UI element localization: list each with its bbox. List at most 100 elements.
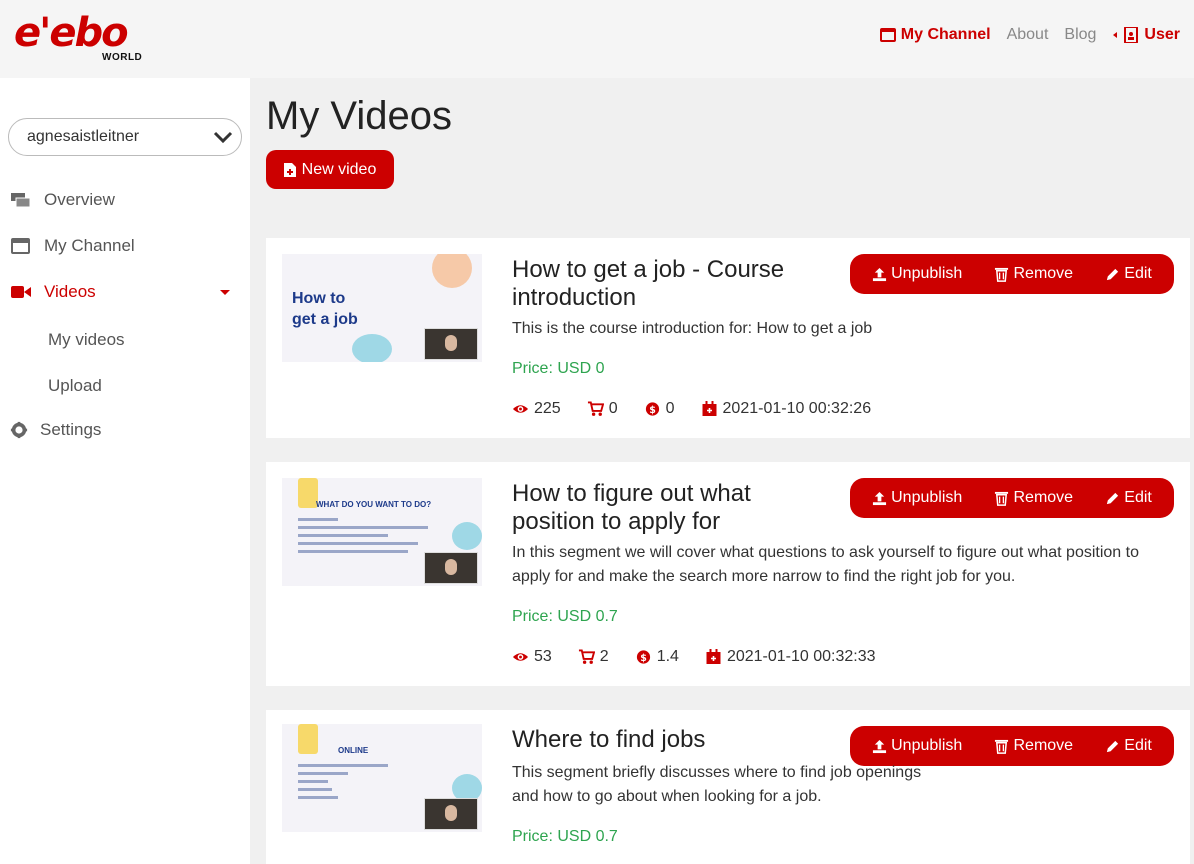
video-thumbnail[interactable]: ONLINE — [282, 724, 482, 832]
window-icon — [11, 238, 30, 254]
remove-button[interactable]: Remove — [994, 737, 1073, 755]
thumbnail-text-lines — [298, 764, 438, 804]
purchases-stat: 2 — [578, 648, 609, 666]
thumbnail-decoration — [298, 478, 318, 508]
video-actions: Unpublish Remove Edit — [850, 726, 1174, 766]
caret-left-icon — [1113, 32, 1118, 38]
new-video-button[interactable]: New video — [266, 150, 394, 189]
unpublish-button[interactable]: Unpublish — [872, 489, 962, 507]
sidebar-item-label: Overview — [44, 190, 115, 209]
sidebar-item-settings[interactable]: Settings — [10, 420, 101, 440]
video-title: How to figure out what position to apply… — [512, 480, 751, 535]
views-stat: 53 — [512, 648, 552, 666]
money-icon: $ — [645, 402, 659, 416]
top-nav: My Channel About Blog User — [879, 26, 1180, 44]
date-value: 2021-01-10 00:32:33 — [726, 648, 876, 665]
upload-icon — [873, 491, 887, 505]
unpublish-button[interactable]: Unpublish — [872, 737, 962, 755]
remove-label: Remove — [1013, 737, 1074, 754]
new-video-label: New video — [301, 160, 377, 178]
cart-icon — [578, 649, 595, 664]
page-title: My Videos — [266, 94, 453, 138]
views-count: 225 — [534, 400, 561, 417]
video-description: This is the course introduction for: How… — [512, 320, 873, 337]
thumbnail-decoration — [452, 522, 482, 550]
remove-label: Remove — [1013, 265, 1074, 282]
sidebar-item-overview[interactable]: Overview — [10, 190, 115, 210]
edit-button[interactable]: Edit — [1105, 265, 1152, 283]
edit-button[interactable]: Edit — [1105, 737, 1152, 755]
unpublish-label: Unpublish — [891, 737, 963, 754]
nav-my-channel-label: My Channel — [900, 26, 991, 43]
trash-icon — [995, 491, 1009, 506]
top-bar: e'ebo WORLD My Channel About Blog User — [0, 0, 1194, 78]
user-badge-icon — [1124, 27, 1139, 43]
video-thumbnail[interactable]: How to get a job — [282, 254, 482, 362]
unpublish-label: Unpublish — [891, 489, 963, 506]
new-file-icon — [283, 162, 296, 177]
logo[interactable]: e'ebo WORLD — [14, 10, 154, 70]
thumbnail-title: WHAT DO YOU WANT TO DO? — [316, 500, 432, 509]
purchases-count: 0 — [608, 400, 618, 417]
thumbnail-title: How to get a job — [292, 290, 358, 328]
video-card: WHAT DO YOU WANT TO DO? How to figure ou… — [266, 462, 1190, 686]
nav-my-channel[interactable]: My Channel — [879, 26, 991, 44]
remove-button[interactable]: Remove — [994, 265, 1073, 283]
sidebar-item-label: Settings — [40, 420, 102, 439]
svg-text:$: $ — [640, 653, 647, 664]
date-stat: 2021-01-10 00:32:26 — [701, 400, 871, 418]
thumbnail-text-lines — [298, 518, 438, 558]
trash-icon — [995, 267, 1009, 282]
video-description: In this segment we will cover what quest… — [512, 544, 1139, 585]
purchases-count: 2 — [599, 648, 609, 665]
earnings-value: 1.4 — [656, 648, 679, 665]
nav-about[interactable]: About — [1007, 26, 1049, 44]
video-stats: 225 0 $0 2021-01-10 00:32:26 — [512, 400, 871, 418]
thumbnail-decoration — [432, 254, 472, 288]
pencil-icon — [1107, 740, 1119, 752]
sidebar: agnesaistleitner Overview My Channel Vid… — [0, 78, 250, 864]
sidebar-item-my-channel[interactable]: My Channel — [10, 236, 135, 256]
thumbnail-title: ONLINE — [338, 746, 369, 755]
pencil-icon — [1107, 492, 1119, 504]
sidebar-subitem-upload[interactable]: Upload — [48, 376, 102, 396]
trash-icon — [995, 739, 1009, 754]
calendar-icon — [702, 401, 717, 416]
video-description: This segment briefly discusses where to … — [512, 764, 922, 805]
remove-button[interactable]: Remove — [994, 489, 1073, 507]
views-count: 53 — [534, 648, 552, 665]
account-select[interactable]: agnesaistleitner — [8, 118, 242, 156]
upload-icon — [873, 267, 887, 281]
edit-label: Edit — [1124, 489, 1152, 506]
video-title: Where to find jobs — [512, 726, 706, 753]
video-actions: Unpublish Remove Edit — [850, 254, 1174, 294]
edit-button[interactable]: Edit — [1105, 489, 1152, 507]
sidebar-item-label: My Channel — [44, 236, 135, 255]
unpublish-button[interactable]: Unpublish — [872, 265, 962, 283]
sidebar-item-videos[interactable]: Videos — [10, 282, 96, 302]
earnings-value: 0 — [665, 400, 675, 417]
edit-label: Edit — [1124, 737, 1152, 754]
thumbnail-webcam — [424, 552, 478, 584]
thumbnail-webcam — [424, 328, 478, 360]
eye-icon — [512, 653, 529, 661]
video-price: Price: USD 0.7 — [512, 608, 618, 625]
video-title: How to get a job - Course introduction — [512, 256, 785, 311]
earnings-stat: $1.4 — [635, 648, 679, 666]
video-price: Price: USD 0 — [512, 360, 605, 377]
money-icon: $ — [636, 650, 650, 664]
account-select-value: agnesaistleitner — [27, 128, 140, 145]
video-stats: 53 2 $1.4 2021-01-10 00:32:33 — [512, 648, 876, 666]
window-icon — [879, 28, 896, 42]
video-camera-icon — [11, 286, 31, 298]
thumbnail-webcam — [424, 798, 478, 830]
sidebar-subitem-my-videos[interactable]: My videos — [48, 330, 125, 350]
gear-icon — [10, 421, 28, 439]
video-thumbnail[interactable]: WHAT DO YOU WANT TO DO? — [282, 478, 482, 586]
nav-blog[interactable]: Blog — [1064, 26, 1096, 44]
edit-label: Edit — [1124, 265, 1152, 282]
nav-user[interactable]: User — [1112, 26, 1180, 44]
overview-icon — [11, 193, 31, 208]
logo-subtext: WORLD — [102, 52, 143, 63]
video-actions: Unpublish Remove Edit — [850, 478, 1174, 518]
